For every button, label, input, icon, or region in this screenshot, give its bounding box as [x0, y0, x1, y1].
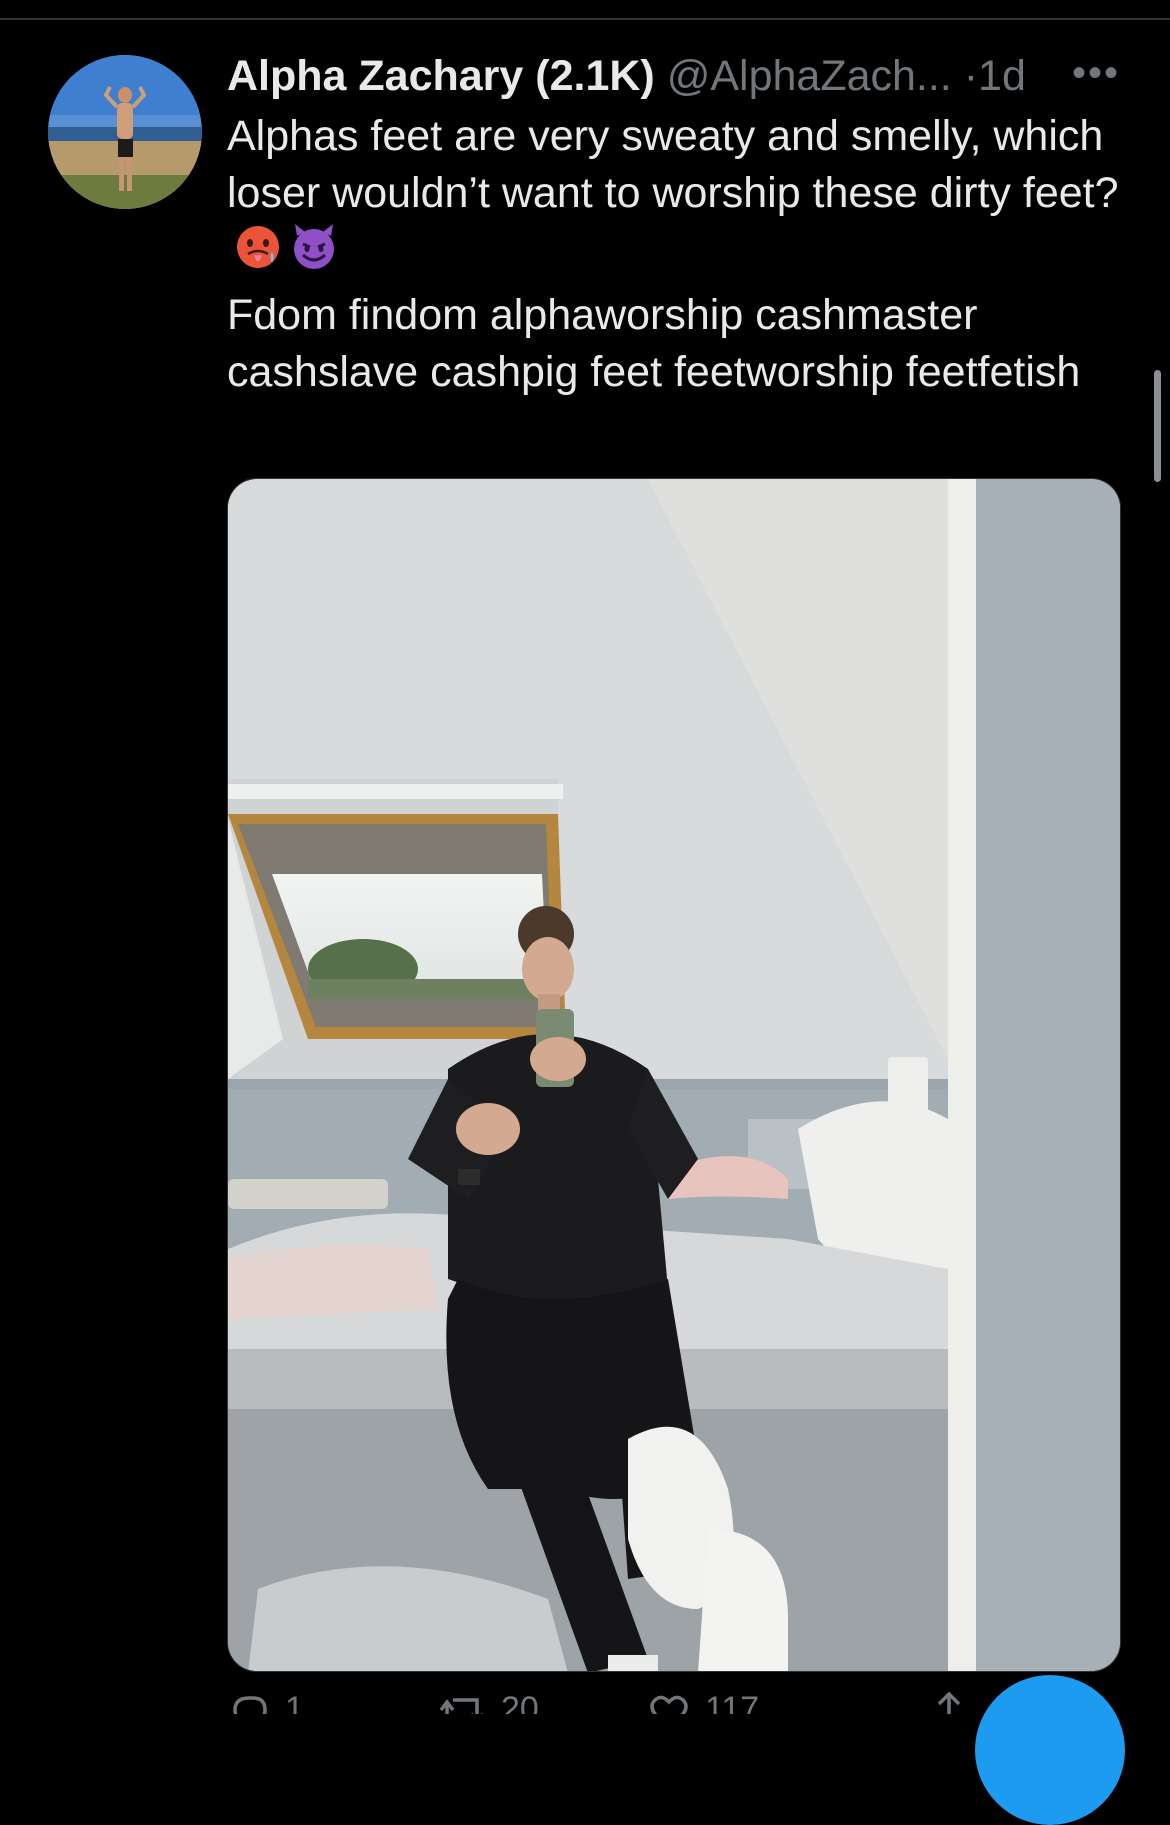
- tweet-header: Alpha Zachary (2.1K) @AlphaZach... ·1d: [227, 48, 1117, 104]
- like-count: 117: [705, 1690, 760, 1714]
- scrollbar[interactable]: [1154, 370, 1161, 482]
- like-button[interactable]: 117: [647, 1690, 759, 1714]
- top-divider: [0, 18, 1170, 20]
- tweet-text: Alphas feet are very sweaty and smelly, …: [227, 108, 1127, 401]
- tweet-time[interactable]: 1d: [978, 52, 1026, 100]
- tweet-hashtags: Fdom findom alphaworship cashmaster cash…: [227, 291, 1081, 396]
- reply-icon: [227, 1690, 271, 1714]
- tweet-text-body: Alphas feet are very sweaty and smelly, …: [227, 112, 1119, 217]
- share-button[interactable]: [927, 1690, 971, 1714]
- retweet-icon: [437, 1690, 487, 1714]
- tweet-text-line1: Alphas feet are very sweaty and smelly, …: [227, 108, 1127, 287]
- mirror-selfie-photo[interactable]: [227, 478, 1121, 1672]
- author-handle[interactable]: @AlphaZach...: [667, 52, 952, 100]
- retweet-button[interactable]: 20: [437, 1690, 539, 1714]
- avatar[interactable]: [48, 55, 202, 209]
- author-name[interactable]: Alpha Zachary (2.1K): [227, 52, 655, 100]
- meta-separator: ·: [963, 52, 979, 100]
- more-horizontal-icon[interactable]: •••: [1070, 53, 1122, 93]
- share-icon: [927, 1690, 971, 1714]
- reply-count: 1: [285, 1690, 304, 1714]
- compose-tweet-button[interactable]: [975, 1675, 1125, 1825]
- hot-face-emoji: [233, 222, 283, 287]
- smiling-imp-emoji: [289, 222, 339, 287]
- reply-button[interactable]: 1: [227, 1690, 304, 1714]
- like-icon: [647, 1690, 691, 1714]
- retweet-count: 20: [501, 1690, 539, 1714]
